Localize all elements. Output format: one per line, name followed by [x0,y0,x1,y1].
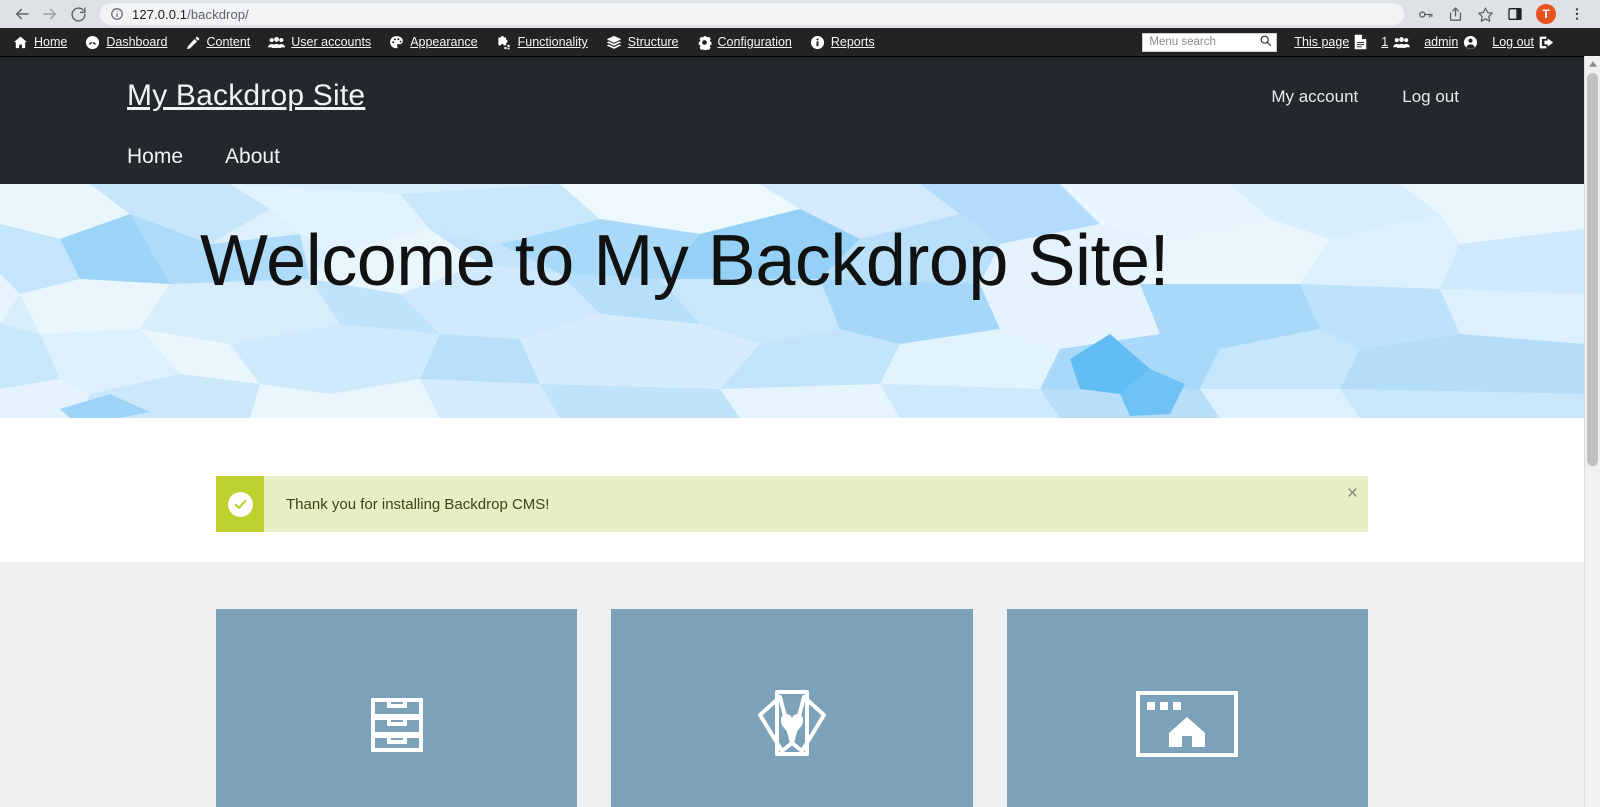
toolbar-item-appearance[interactable]: Appearance [380,28,486,57]
primary-menu: Home About [127,145,280,169]
user-circle-icon [1463,35,1478,50]
address-bar[interactable]: 127.0.0.1/backdrop/ [100,3,1404,25]
toolbar-item-reports[interactable]: Reports [801,28,884,57]
secondary-menu: My account Log out [1271,87,1459,107]
page-body: Thank you for installing Backdrop CMS! × [0,418,1584,807]
search-icon[interactable] [1259,34,1272,50]
toolbar-label: Dashboard [106,35,168,49]
toolbar-label: Configuration [717,35,792,49]
hero-title: Welcome to My Backdrop Site! [200,221,1170,301]
toolbar-this-page[interactable]: This page [1287,28,1374,57]
people-icon [1393,36,1411,49]
gauge-icon [85,35,100,50]
admin-toolbar: Home Dashboard Content User accounts App [0,28,1600,57]
primary-menu-item-about[interactable]: About [225,145,280,169]
document-icon [1354,34,1367,50]
playing-cards-icon [750,685,834,763]
pencil-icon [186,35,201,50]
url-path: /backdrop/ [187,6,249,22]
bookmark-star-icon[interactable] [1470,0,1500,28]
browser-home-icon [1133,688,1241,760]
browser-chrome: 127.0.0.1/backdrop/ T [0,0,1600,28]
toolbar-item-content[interactable]: Content [177,28,260,57]
password-key-icon[interactable] [1410,0,1440,28]
status-icon-column [216,476,264,532]
drawers-icon [361,688,433,760]
toolbar-item-functionality[interactable]: Functionality [487,28,597,57]
secondary-menu-item-log-out[interactable]: Log out [1402,87,1459,107]
toolbar-item-home[interactable]: Home [4,28,76,57]
puzzle-icon [496,35,512,50]
status-message-text: Thank you for installing Backdrop CMS! [286,495,550,513]
check-circle-icon [227,491,253,517]
palette-icon [389,35,404,50]
toolbar-item-structure[interactable]: Structure [597,28,688,57]
info-icon [810,35,825,50]
card-playing-cards[interactable] [611,609,973,807]
toolbar-label: Structure [627,35,679,49]
browser-menu-icon[interactable] [1562,0,1592,28]
site-name[interactable]: My Backdrop Site [127,79,365,113]
card-drawers[interactable] [216,609,578,807]
logout-label: Log out [1492,35,1534,49]
layers-icon [606,35,622,50]
toolbar-item-configuration[interactable]: Configuration [688,28,801,57]
cards-region [0,562,1584,807]
vertical-scrollbar[interactable] [1584,56,1600,807]
user-count-value: 1 [1381,35,1389,49]
secondary-menu-item-my-account[interactable]: My account [1271,87,1358,107]
site-info-icon[interactable] [110,7,124,21]
site-header: My Backdrop Site My account Log out Home… [0,57,1600,184]
primary-menu-item-home[interactable]: Home [127,145,183,169]
forward-button[interactable] [36,0,64,28]
scroll-up-arrow[interactable] [1585,56,1600,72]
toolbar-label: User accounts [291,35,372,49]
browser-action-icons: T [1410,0,1592,28]
logout-icon [1539,35,1555,50]
toolbar-item-dashboard[interactable]: Dashboard [76,28,176,57]
site-header-inner: My Backdrop Site My account Log out Home… [107,57,1477,184]
share-icon[interactable] [1440,0,1470,28]
card-browser-home[interactable] [1006,609,1368,807]
toolbar-label: Content [206,35,251,49]
side-panel-icon[interactable] [1500,0,1530,28]
toolbar-logout[interactable]: Log out [1485,28,1562,57]
profile-avatar[interactable]: T [1536,4,1556,24]
toolbar-label: Reports [830,35,875,49]
address-bar-url: 127.0.0.1/backdrop/ [132,7,249,22]
scrollbar-thumb[interactable] [1587,73,1598,466]
page-viewport: Home Dashboard Content User accounts App [0,28,1600,807]
hero-banner: Welcome to My Backdrop Site! [0,184,1584,418]
toolbar-account[interactable]: admin [1417,28,1485,57]
cards-row [216,609,1368,807]
reload-button[interactable] [64,0,92,28]
messages-region: Thank you for installing Backdrop CMS! × [0,418,1584,562]
toolbar-label: Functionality [517,35,588,49]
home-icon [13,35,28,50]
url-host: 127.0.0.1 [132,6,188,22]
close-icon[interactable]: × [1347,484,1358,503]
this-page-label: This page [1294,35,1350,49]
toolbar-right-group: This page 1 admin Log out [1142,28,1600,57]
toolbar-label: Home [34,35,68,49]
menu-search[interactable] [1142,32,1278,52]
search-input[interactable] [1149,36,1260,48]
status-message: Thank you for installing Backdrop CMS! × [216,476,1368,532]
users-icon [268,35,286,50]
gear-icon [697,35,712,50]
toolbar-item-user-accounts[interactable]: User accounts [259,28,380,57]
back-button[interactable] [8,0,36,28]
toolbar-user-count[interactable]: 1 [1374,28,1417,57]
account-label: admin [1424,35,1459,49]
toolbar-label: Appearance [410,35,478,49]
